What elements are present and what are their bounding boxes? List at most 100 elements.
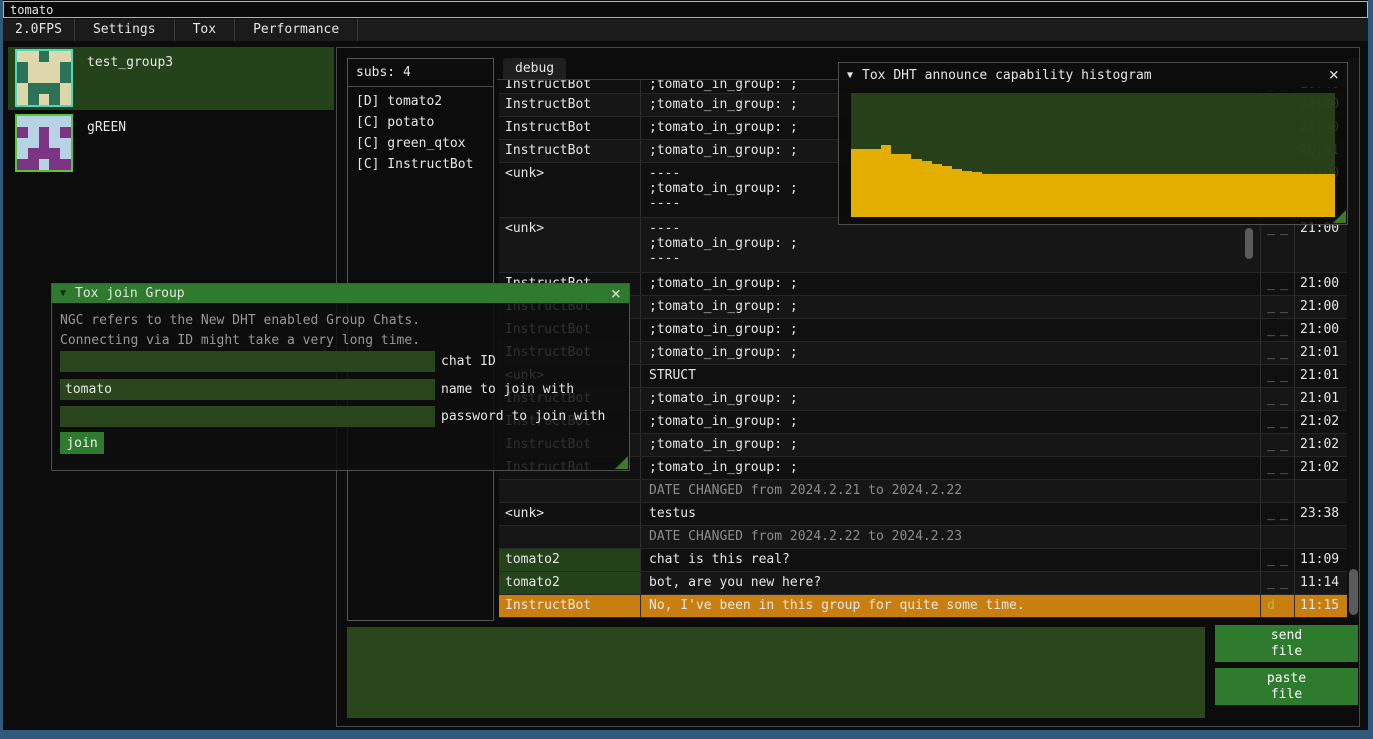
chat-id-input[interactable]	[60, 351, 435, 372]
message-author: InstructBot	[499, 117, 641, 139]
menu-item-performance[interactable]: Performance	[235, 19, 358, 41]
group-avatar	[15, 49, 73, 107]
histogram-window: ▼ Tox DHT announce capability histogram …	[838, 62, 1348, 225]
message-timestamp: 21:00	[1295, 218, 1346, 272]
chat-id-row: chat ID	[60, 351, 496, 372]
system-row: DATE CHANGED from 2024.2.22 to 2024.2.23	[499, 526, 1347, 549]
menu-bar: 2.0FPS SettingsToxPerformance	[3, 19, 1368, 41]
member-item[interactable]: [C] InstructBot	[348, 154, 493, 175]
histogram-bar	[1012, 174, 1022, 217]
histogram-titlebar[interactable]: ▼ Tox DHT announce capability histogram …	[839, 63, 1347, 87]
histogram-bar	[952, 169, 962, 217]
histogram-bar	[1204, 174, 1214, 217]
message-timestamp: 21:00	[1295, 319, 1346, 341]
resize-grip-icon[interactable]	[615, 456, 628, 469]
histogram-bar	[932, 164, 942, 217]
menu-item-tox[interactable]: Tox	[175, 19, 235, 41]
join-name-input[interactable]	[60, 379, 435, 400]
histogram-bar	[1002, 174, 1012, 217]
close-icon[interactable]: ×	[1329, 68, 1339, 82]
chat-scrollbar-thumb[interactable]	[1349, 569, 1358, 615]
chat-row: InstructBotNo, I've been in this group f…	[499, 595, 1347, 618]
member-item[interactable]: [C] potato	[348, 112, 493, 133]
chat-log-scrollbar-thumb[interactable]	[1245, 228, 1253, 259]
avatar-pixel	[49, 73, 60, 84]
histogram-bar	[1093, 174, 1103, 217]
chat-id-label: chat ID	[441, 351, 496, 372]
window-titlebar[interactable]: tomato	[3, 1, 1368, 18]
group-item-gREEN[interactable]: gREEN	[8, 112, 334, 175]
histogram-bar	[1214, 174, 1224, 217]
message-author: tomato2	[499, 572, 641, 594]
join-name-label: name to join with	[441, 379, 574, 400]
message-author: tomato2	[499, 549, 641, 571]
message-text: ;tomato_in_group: ;	[641, 296, 1261, 318]
histogram-bar	[1234, 174, 1244, 217]
system-row: DATE CHANGED from 2024.2.21 to 2024.2.22	[499, 480, 1347, 503]
collapse-arrow-icon[interactable]: ▼	[847, 70, 853, 81]
close-icon[interactable]: ×	[611, 287, 621, 301]
message-author	[499, 526, 641, 548]
group-item-test_group3[interactable]: test_group3	[8, 47, 334, 110]
group-avatar	[15, 114, 73, 172]
send-file-button[interactable]: send file	[1215, 625, 1358, 662]
avatar-pixel	[17, 138, 28, 149]
resize-grip-icon[interactable]	[1333, 210, 1346, 223]
histogram-bar	[881, 145, 891, 217]
paste-file-button[interactable]: paste file	[1215, 668, 1358, 705]
histogram-plot	[851, 93, 1335, 217]
avatar-pixel	[49, 148, 60, 159]
avatar-pixel	[17, 83, 28, 94]
avatar-pixel	[60, 138, 71, 149]
subs-count: subs: 4	[348, 59, 493, 84]
avatar-pixel	[28, 51, 39, 62]
message-text: No, I've been in this group for quite so…	[641, 595, 1261, 617]
avatar-pixel	[39, 83, 50, 94]
message-flags: __	[1261, 388, 1295, 410]
histogram-bar	[1053, 174, 1063, 217]
join-button[interactable]: join	[60, 432, 104, 454]
message-flags: __	[1261, 549, 1295, 571]
member-item[interactable]: [D] tomato2	[348, 91, 493, 112]
histogram-bar	[1244, 174, 1254, 217]
message-input[interactable]	[347, 627, 1205, 718]
menu-item-settings[interactable]: Settings	[75, 19, 175, 41]
message-timestamp: 11:15	[1295, 595, 1346, 617]
chat-scrollbar-track[interactable]	[1348, 58, 1359, 618]
message-timestamp: 21:02	[1295, 411, 1346, 433]
histogram-bar	[911, 159, 921, 217]
message-flags: __	[1261, 273, 1295, 295]
chat-row: tomato2chat is this real?__11:09	[499, 549, 1347, 572]
avatar-pixel	[60, 127, 71, 138]
avatar-pixel	[17, 148, 28, 159]
message-author: <unk>	[499, 503, 641, 525]
avatar-pixel	[60, 148, 71, 159]
message-flags: __	[1261, 365, 1295, 387]
tab-debug[interactable]: debug	[503, 58, 566, 79]
histogram-bar	[1073, 174, 1083, 217]
avatar-pixel	[49, 51, 60, 62]
histogram-bar	[982, 174, 992, 217]
avatar-pixel	[28, 83, 39, 94]
histogram-bar	[1143, 174, 1153, 217]
collapse-arrow-icon[interactable]: ▼	[60, 288, 66, 299]
histogram-bar	[992, 174, 1002, 217]
message-author: InstructBot	[499, 94, 641, 116]
avatar-pixel	[39, 127, 50, 138]
join-password-label: password to join with	[441, 406, 605, 427]
avatar-pixel	[39, 159, 50, 170]
histogram-bar	[1032, 174, 1042, 217]
histogram-bar	[1022, 174, 1032, 217]
avatar-pixel	[60, 62, 71, 73]
histogram-bar	[1274, 174, 1284, 217]
join-group-titlebar[interactable]: ▼ Tox join Group ×	[52, 284, 629, 303]
join-password-input[interactable]	[60, 406, 435, 427]
histogram-bar	[1123, 174, 1133, 217]
avatar-pixel	[49, 94, 60, 105]
member-item[interactable]: [C] green_qtox	[348, 133, 493, 154]
histogram-bar	[1163, 174, 1173, 217]
avatar-pixel	[39, 51, 50, 62]
join-password-row: password to join with	[60, 406, 605, 427]
join-group-title: Tox join Group	[75, 286, 611, 301]
message-text: STRUCT	[641, 365, 1261, 387]
